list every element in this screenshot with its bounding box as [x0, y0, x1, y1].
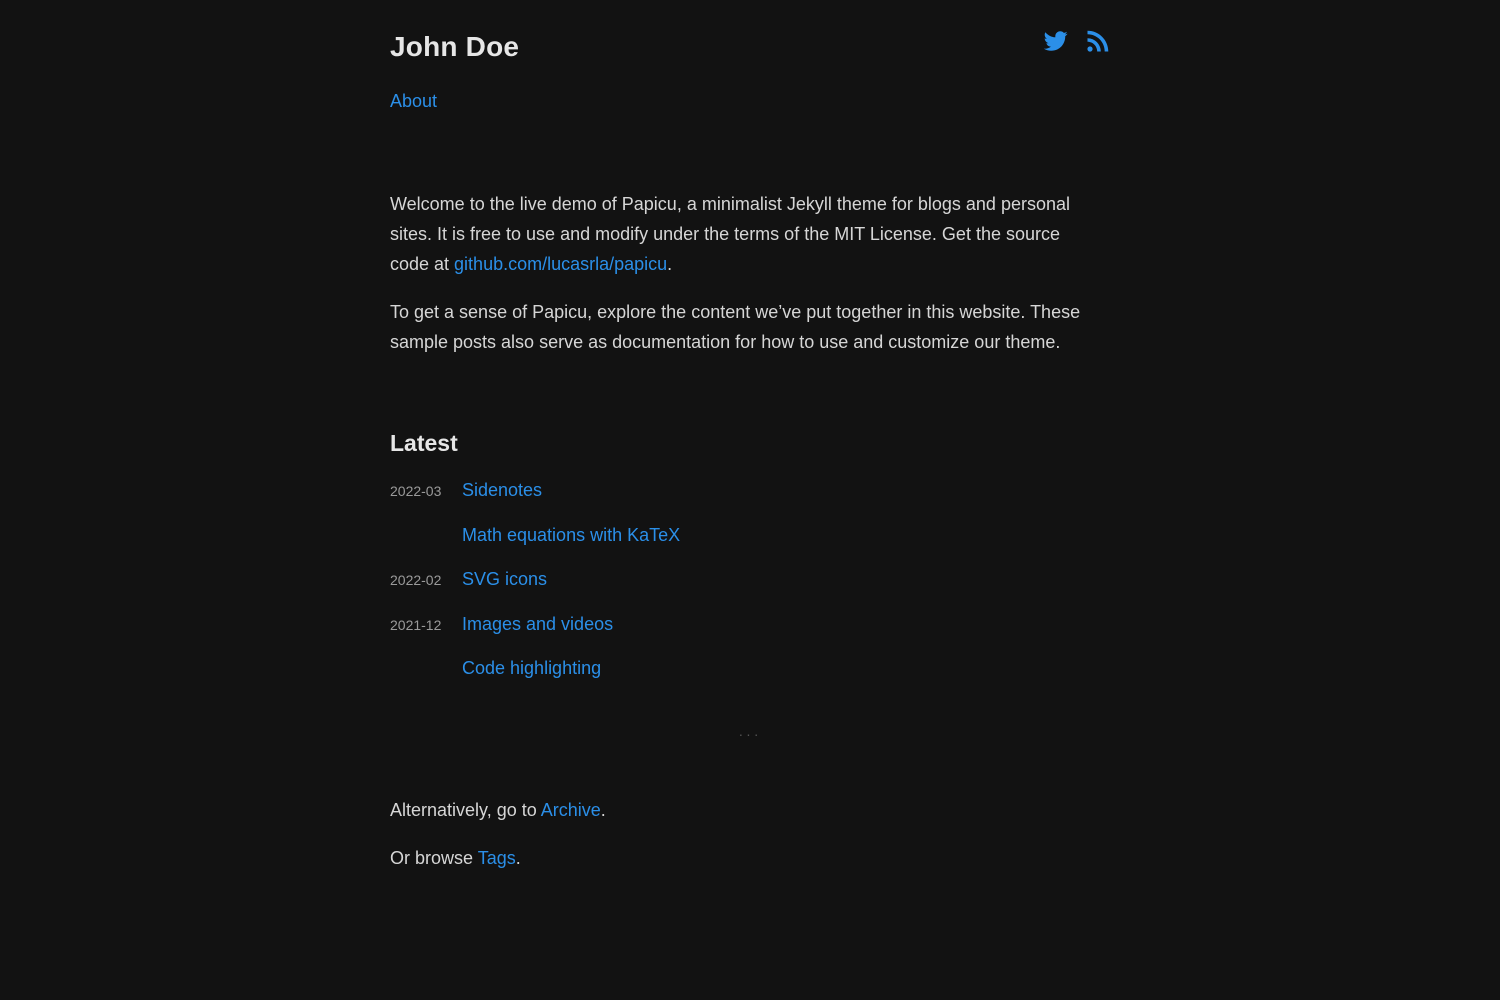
post-link[interactable]: Sidenotes: [462, 480, 542, 501]
post-link[interactable]: SVG icons: [462, 569, 547, 590]
rss-icon[interactable]: [1086, 29, 1110, 53]
ellipsis-divider: ···: [738, 726, 762, 742]
footer-links: Alternatively, go to Archive. Or browse …: [390, 795, 606, 891]
social-links: [1044, 29, 1110, 53]
post-date: 2022-03: [390, 483, 442, 499]
list-item: 2021-12 Images and videos: [390, 614, 680, 659]
tags-link[interactable]: Tags: [478, 848, 516, 868]
intro-section: Welcome to the live demo of Papicu, a mi…: [390, 189, 1100, 375]
tags-suffix: .: [515, 848, 521, 868]
post-link[interactable]: Code highlighting: [462, 658, 601, 679]
main-nav: About: [390, 91, 437, 112]
intro-period: .: [667, 254, 673, 274]
list-item: Math equations with KaTeX: [390, 525, 680, 570]
latest-posts-list: 2022-03 Sidenotes Math equations with Ka…: [390, 480, 680, 703]
site-title[interactable]: John Doe: [390, 31, 519, 63]
list-item: 2022-03 Sidenotes: [390, 480, 680, 525]
nav-about-link[interactable]: About: [390, 91, 437, 111]
archive-suffix: .: [600, 800, 606, 820]
post-date: 2021-12: [390, 616, 442, 633]
list-item: Code highlighting: [390, 658, 680, 703]
archive-line: Alternatively, go to Archive.: [390, 795, 606, 825]
archive-link[interactable]: Archive: [541, 800, 601, 820]
github-link[interactable]: github.com/lucasrla/papicu: [454, 254, 667, 274]
post-date: 2022-02: [390, 572, 442, 588]
post-link[interactable]: Images and videos: [462, 614, 613, 635]
post-link[interactable]: Math equations with KaTeX: [462, 525, 680, 546]
archive-prefix: Alternatively, go to: [390, 800, 541, 820]
twitter-icon[interactable]: [1044, 29, 1068, 53]
tags-prefix: Or browse: [390, 848, 478, 868]
intro-paragraph-1: Welcome to the live demo of Papicu, a mi…: [390, 189, 1100, 279]
list-item: 2022-02 SVG icons: [390, 569, 680, 614]
intro-paragraph-2: To get a sense of Papicu, explore the co…: [390, 302, 1081, 352]
tags-line: Or browse Tags.: [390, 843, 606, 873]
latest-heading: Latest: [390, 430, 458, 456]
